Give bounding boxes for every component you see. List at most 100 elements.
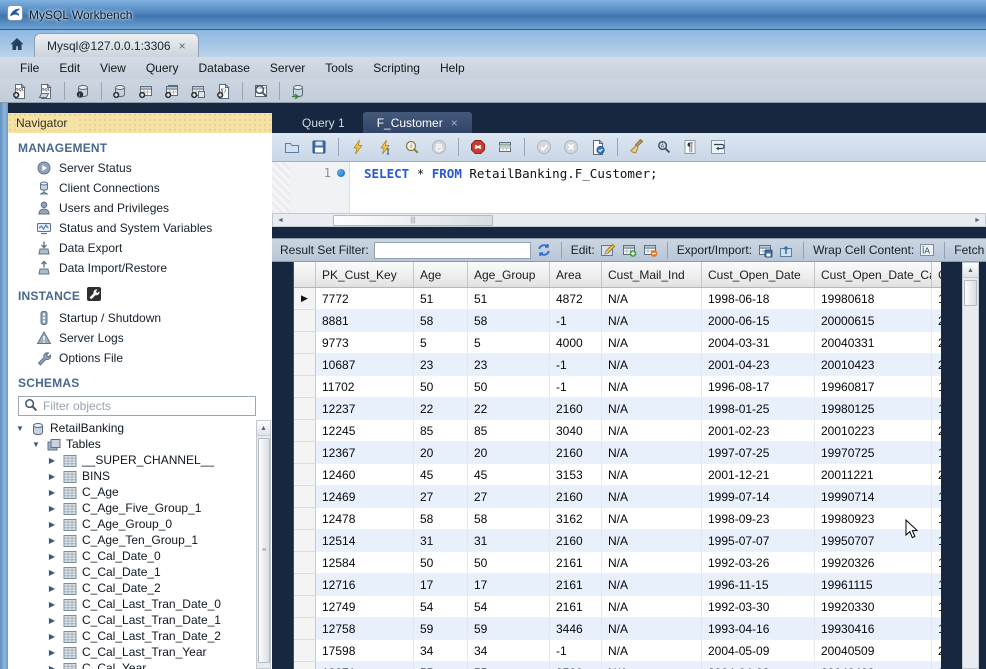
table-cell[interactable]: 12245 — [316, 420, 414, 442]
nav-item-data-import-restore[interactable]: Data Import/Restore — [8, 258, 272, 278]
table-c-age-group-0[interactable]: ▶C_Age_Group_0 — [8, 516, 272, 532]
table-cell[interactable]: 11702 — [316, 376, 414, 398]
table-cell[interactable]: 5 — [468, 332, 550, 354]
expand-icon[interactable]: ▶ — [46, 536, 58, 545]
table-cell[interactable]: -1 — [550, 376, 602, 398]
table-cell[interactable]: 12758 — [316, 618, 414, 640]
scroll-right-icon[interactable]: ► — [970, 214, 985, 226]
invisibles-icon[interactable]: ¶ — [679, 136, 703, 158]
column-header-pk_cust_key[interactable]: PK_Cust_Key — [316, 262, 414, 287]
table-cell[interactable]: 23 — [468, 354, 550, 376]
menu-query[interactable]: Query — [136, 58, 189, 78]
table-c-cal-date-1[interactable]: ▶C_Cal_Date_1 — [8, 564, 272, 580]
table-cell[interactable]: 58 — [414, 310, 468, 332]
refresh-icon[interactable] — [536, 241, 552, 259]
table-cell[interactable]: N/A — [602, 486, 702, 508]
table-cell[interactable]: 19970725 — [815, 442, 932, 464]
table-cell[interactable]: 23 — [414, 354, 468, 376]
editor-hscrollbar[interactable]: ◄ ||| ► — [272, 213, 986, 227]
row-selector[interactable] — [294, 640, 316, 662]
table-cell[interactable]: 12584 — [316, 552, 414, 574]
column-header-age[interactable]: Age — [414, 262, 468, 287]
row-selector[interactable] — [294, 376, 316, 398]
editor-tab-query-1[interactable]: Query 1 — [288, 112, 359, 133]
table-cell[interactable]: 20040408 — [815, 662, 932, 669]
table-cell[interactable]: 8881 — [316, 310, 414, 332]
table-cell[interactable]: 85 — [468, 420, 550, 442]
table-cell[interactable]: 19 — [932, 398, 941, 420]
table-cell[interactable]: 12237 — [316, 398, 414, 420]
table-cell[interactable]: 19 — [932, 442, 941, 464]
explain-icon[interactable] — [400, 136, 424, 158]
nav-item-status-and-system-variables[interactable]: Status and System Variables — [8, 218, 272, 238]
table-cell[interactable]: 19980618 — [815, 288, 932, 310]
expand-icon[interactable]: ▶ — [46, 648, 58, 657]
new-connection-icon[interactable]: i — [71, 80, 95, 102]
table-cell[interactable]: 55 — [414, 662, 468, 669]
table-cell[interactable]: -1 — [550, 310, 602, 332]
table-cell[interactable]: 2000-06-15 — [702, 310, 815, 332]
table-cell[interactable]: 19920330 — [815, 596, 932, 618]
expand-icon[interactable]: ▶ — [46, 664, 58, 669]
rollback-icon[interactable] — [559, 136, 583, 158]
table-cell[interactable]: 54 — [414, 596, 468, 618]
result-filter-input[interactable] — [374, 242, 531, 259]
nav-item-data-export[interactable]: Data Export — [8, 238, 272, 258]
new-view-icon[interactable] — [160, 80, 184, 102]
close-icon[interactable]: × — [451, 116, 458, 130]
row-selector[interactable] — [294, 332, 316, 354]
table-cell[interactable]: 4872 — [550, 288, 602, 310]
row-selector[interactable] — [294, 574, 316, 596]
row-selector[interactable] — [294, 486, 316, 508]
table-cell[interactable]: 10687 — [316, 354, 414, 376]
beautify-icon[interactable] — [625, 136, 649, 158]
row-selector[interactable] — [294, 552, 316, 574]
expand-icon[interactable]: ▶ — [46, 504, 58, 513]
collapse-icon[interactable]: ▼ — [14, 424, 26, 433]
execute-current-icon[interactable] — [373, 136, 397, 158]
table-cell[interactable]: 20 — [932, 464, 941, 486]
table-cell[interactable]: 2161 — [550, 574, 602, 596]
table-cell[interactable]: 51 — [414, 288, 468, 310]
column-header-cust_open_date[interactable]: Cust_Open_Date — [702, 262, 815, 287]
search-data-icon[interactable] — [249, 80, 273, 102]
table-c-age-five-group-1[interactable]: ▶C_Age_Five_Group_1 — [8, 500, 272, 516]
save-script-icon[interactable] — [307, 136, 331, 158]
table-cell[interactable]: 17598 — [316, 640, 414, 662]
table-cell[interactable]: 17 — [414, 574, 468, 596]
table-cell[interactable]: 7772 — [316, 288, 414, 310]
wrap-lines-icon[interactable] — [706, 136, 730, 158]
row-selector[interactable] — [294, 354, 316, 376]
table-cell[interactable]: 2001-12-21 — [702, 464, 815, 486]
table-cell[interactable]: 20 — [468, 442, 550, 464]
table-cell[interactable]: 20 — [932, 420, 941, 442]
table-cell[interactable]: 1997-07-25 — [702, 442, 815, 464]
nav-item-client-connections[interactable]: Client Connections — [8, 178, 272, 198]
table-cell[interactable]: N/A — [602, 376, 702, 398]
table-cell[interactable]: 20 — [932, 662, 941, 669]
table--super-channel-[interactable]: ▶__SUPER_CHANNEL__ — [8, 452, 272, 468]
table-cell[interactable]: 19920326 — [815, 552, 932, 574]
table-cell[interactable]: 1998-01-25 — [702, 398, 815, 420]
table-cell[interactable]: N/A — [602, 354, 702, 376]
table-cell[interactable]: 12367 — [316, 442, 414, 464]
column-header-c[interactable]: C — [932, 262, 941, 287]
delete-row-icon[interactable] — [642, 241, 658, 259]
row-selector[interactable] — [294, 618, 316, 640]
table-cell[interactable]: 17 — [468, 574, 550, 596]
table-cell[interactable]: 31 — [468, 530, 550, 552]
nav-item-server-logs[interactable]: Server Logs — [8, 328, 272, 348]
table-cell[interactable]: 19930416 — [815, 618, 932, 640]
table-cell[interactable]: 51 — [468, 288, 550, 310]
expand-icon[interactable]: ▶ — [46, 616, 58, 625]
toggle-autocommit-icon[interactable] — [586, 136, 610, 158]
table-cell[interactable]: 2004-04-08 — [702, 662, 815, 669]
table-cell[interactable]: 2160 — [550, 442, 602, 464]
table-cell[interactable]: 12460 — [316, 464, 414, 486]
nav-item-users-and-privileges[interactable]: Users and Privileges — [8, 198, 272, 218]
table-cell[interactable]: 19 — [932, 508, 941, 530]
table-cell[interactable]: 27 — [414, 486, 468, 508]
expand-icon[interactable]: ▶ — [46, 632, 58, 641]
close-icon[interactable]: × — [179, 39, 186, 53]
table-cell[interactable]: 34 — [414, 640, 468, 662]
